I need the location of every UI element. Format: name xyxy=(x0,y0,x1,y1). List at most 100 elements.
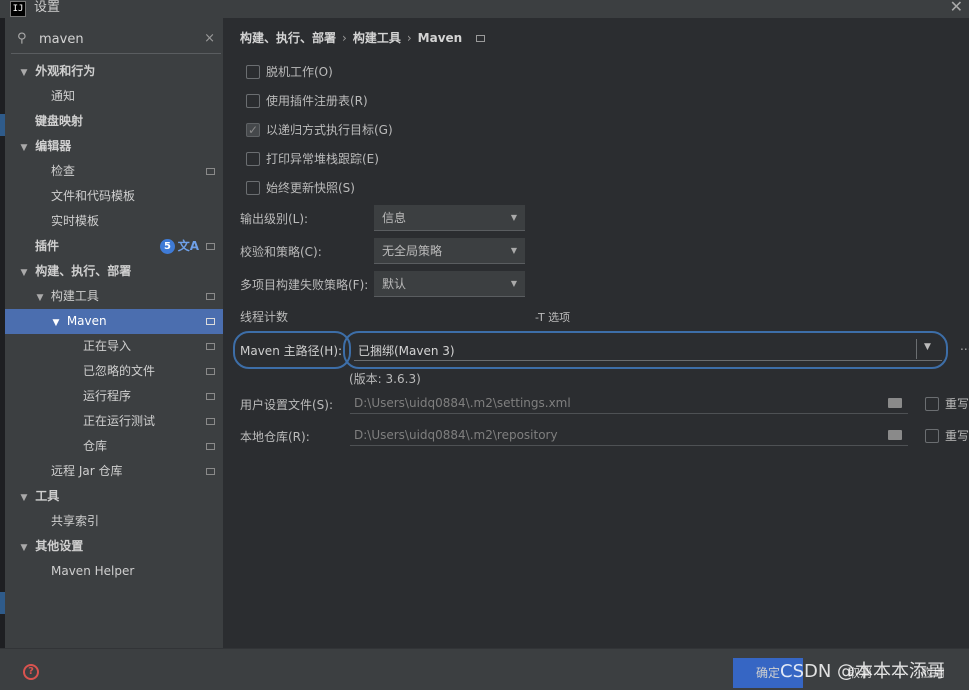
sidebar-item-label: 运行程序 xyxy=(83,389,132,403)
chevron-down-icon[interactable]: ▼ xyxy=(17,536,31,561)
dropdown-arrow-icon: ▼ xyxy=(510,213,517,222)
project-scope-icon xyxy=(206,318,215,325)
sidebar-item-editor[interactable]: ▼ 编辑器 xyxy=(5,134,223,159)
sidebar-item-remote-jar-repositories[interactable]: 远程 Jar 仓库 xyxy=(5,459,223,484)
recursive-option[interactable]: 以递归方式执行目标(G) xyxy=(246,120,393,140)
plugin-updates-badge: 5 xyxy=(160,239,175,254)
sidebar-item-keymap[interactable]: 键盘映射 xyxy=(5,109,223,134)
dropdown-arrow-icon[interactable]: ▼ xyxy=(924,342,931,352)
local-repository-label: 本地仓库(R): xyxy=(240,430,310,444)
always-update-option[interactable]: 始终更新快照(S) xyxy=(246,178,355,198)
sidebar-item-label: 正在导入 xyxy=(83,339,132,353)
close-icon[interactable]: ✕ xyxy=(950,0,963,16)
sidebar-item-label: 其他设置 xyxy=(35,539,84,553)
checksum-policy-value: 无全局策略 xyxy=(382,244,443,258)
plugin-registry-option[interactable]: 使用插件注册表(R) xyxy=(246,91,368,111)
breadcrumb-separator: › xyxy=(406,31,412,45)
sidebar-item-runner[interactable]: 运行程序 xyxy=(5,384,223,409)
settings-search[interactable]: ⚲ maven × xyxy=(11,28,221,54)
folder-icon[interactable] xyxy=(888,398,902,408)
breadcrumb-item[interactable]: 构建工具 xyxy=(353,31,401,45)
user-settings-label: 用户设置文件(S): xyxy=(240,398,334,412)
checksum-policy-select[interactable]: 无全局策略 ▼ xyxy=(374,238,525,264)
dropdown-arrow-icon: ▼ xyxy=(510,246,517,255)
chevron-down-icon[interactable]: ▼ xyxy=(17,61,31,86)
sidebar-item-plugins[interactable]: 插件 5 文A xyxy=(5,234,223,259)
sidebar-item-maven[interactable]: ▼ Maven xyxy=(5,309,223,334)
output-level-label: 输出级别(L): xyxy=(240,212,309,226)
title-bar: IJ 设置 ✕ xyxy=(0,0,969,18)
sidebar-item-label: 检查 xyxy=(51,164,76,178)
sidebar-item-label: Maven xyxy=(66,314,107,328)
window-title: 设置 xyxy=(34,0,61,15)
plugin-registry-checkbox[interactable] xyxy=(246,93,260,108)
folder-icon[interactable] xyxy=(888,430,902,440)
sidebar-item-label: 编辑器 xyxy=(35,139,72,153)
project-scope-icon xyxy=(206,418,215,425)
sidebar-item-label: 工具 xyxy=(35,489,60,503)
chevron-down-icon[interactable]: ▼ xyxy=(49,311,63,336)
plugin-registry-label: 使用插件注册表(R) xyxy=(266,94,368,108)
clear-search-icon[interactable]: × xyxy=(204,31,215,46)
translate-icon: 文A xyxy=(177,239,199,253)
sidebar-item-repositories[interactable]: 仓库 xyxy=(5,434,223,459)
thread-count-hint: -T 选项 xyxy=(535,311,571,324)
sidebar-item-running-tests[interactable]: 正在运行测试 xyxy=(5,409,223,434)
search-icon: ⚲ xyxy=(17,31,27,46)
offline-option[interactable]: 脱机工作(O) xyxy=(246,62,333,82)
recursive-checkbox[interactable] xyxy=(246,120,260,140)
dropdown-arrow-icon: ▼ xyxy=(510,279,517,288)
print-stack-checkbox[interactable] xyxy=(246,151,260,166)
multiproject-fail-policy-select[interactable]: 默认 ▼ xyxy=(374,271,525,297)
sidebar-item-maven-helper[interactable]: Maven Helper xyxy=(5,559,223,584)
sidebar-item-other-settings[interactable]: ▼ 其他设置 xyxy=(5,534,223,559)
user-settings-override[interactable]: 重写 xyxy=(925,395,969,412)
breadcrumb: 构建、执行、部署 › 构建工具 › Maven xyxy=(240,29,486,46)
local-repository-field[interactable]: D:\Users\uidq0884\.m2\repository xyxy=(350,424,908,446)
sidebar-item-inspections[interactable]: 检查 xyxy=(5,159,223,184)
sidebar-item-label: 文件和代码模板 xyxy=(51,189,136,203)
sidebar-item-notifications[interactable]: 通知 xyxy=(5,84,223,109)
breadcrumb-item[interactable]: 构建、执行、部署 xyxy=(240,31,336,45)
print-stack-label: 打印异常堆栈跟踪(E) xyxy=(266,152,379,166)
combo-divider xyxy=(916,339,917,359)
local-repository-override[interactable]: 重写 xyxy=(925,427,969,444)
sidebar-item-label: 外观和行为 xyxy=(35,64,96,78)
maven-home-select[interactable]: 已捆绑(Maven 3) xyxy=(358,342,455,359)
user-settings-field[interactable]: D:\Users\uidq0884\.m2\settings.xml xyxy=(350,392,908,414)
project-scope-icon xyxy=(476,35,486,42)
output-level-select[interactable]: 信息 ▼ xyxy=(374,205,525,231)
override-checkbox[interactable] xyxy=(925,428,939,443)
sidebar-item-live-templates[interactable]: 实时模板 xyxy=(5,209,223,234)
chevron-down-icon[interactable]: ▼ xyxy=(17,486,31,511)
override-label: 重写 xyxy=(945,397,969,411)
print-stack-option[interactable]: 打印异常堆栈跟踪(E) xyxy=(246,149,379,169)
sidebar-item-label: 通知 xyxy=(51,89,76,103)
sidebar-item-build-tools[interactable]: ▼ 构建工具 xyxy=(5,284,223,309)
sidebar-item-label: 远程 Jar 仓库 xyxy=(51,464,123,478)
chevron-down-icon[interactable]: ▼ xyxy=(33,286,47,311)
breadcrumb-current: Maven xyxy=(417,31,463,45)
chevron-down-icon[interactable]: ▼ xyxy=(17,136,31,161)
override-checkbox[interactable] xyxy=(925,396,939,411)
multiproject-fail-policy-value: 默认 xyxy=(382,277,407,291)
project-scope-icon xyxy=(206,443,215,450)
sidebar-item-importing[interactable]: 正在导入 xyxy=(5,334,223,359)
sidebar-item-shared-indexes[interactable]: 共享索引 xyxy=(5,509,223,534)
override-label: 重写 xyxy=(945,429,969,443)
settings-sidebar: ⚲ maven × ▼ 外观和行为 通知 键盘映射 ▼ 编辑器 检查 文件和代码… xyxy=(5,18,223,648)
project-scope-icon xyxy=(206,468,215,475)
user-settings-value: D:\Users\uidq0884\.m2\settings.xml xyxy=(354,396,571,410)
offline-checkbox[interactable] xyxy=(246,64,260,79)
sidebar-item-tools[interactable]: ▼ 工具 xyxy=(5,484,223,509)
search-input[interactable]: maven xyxy=(39,32,84,47)
maven-home-underline xyxy=(354,360,942,361)
sidebar-item-build-execution-deployment[interactable]: ▼ 构建、执行、部署 xyxy=(5,259,223,284)
chevron-down-icon[interactable]: ▼ xyxy=(17,261,31,286)
sidebar-item-appearance[interactable]: ▼ 外观和行为 xyxy=(5,59,223,84)
sidebar-item-ignored-files[interactable]: 已忽略的文件 xyxy=(5,359,223,384)
help-icon[interactable]: ? xyxy=(23,664,39,680)
browse-button[interactable]: ... xyxy=(960,339,969,353)
always-update-checkbox[interactable] xyxy=(246,180,260,195)
sidebar-item-file-templates[interactable]: 文件和代码模板 xyxy=(5,184,223,209)
